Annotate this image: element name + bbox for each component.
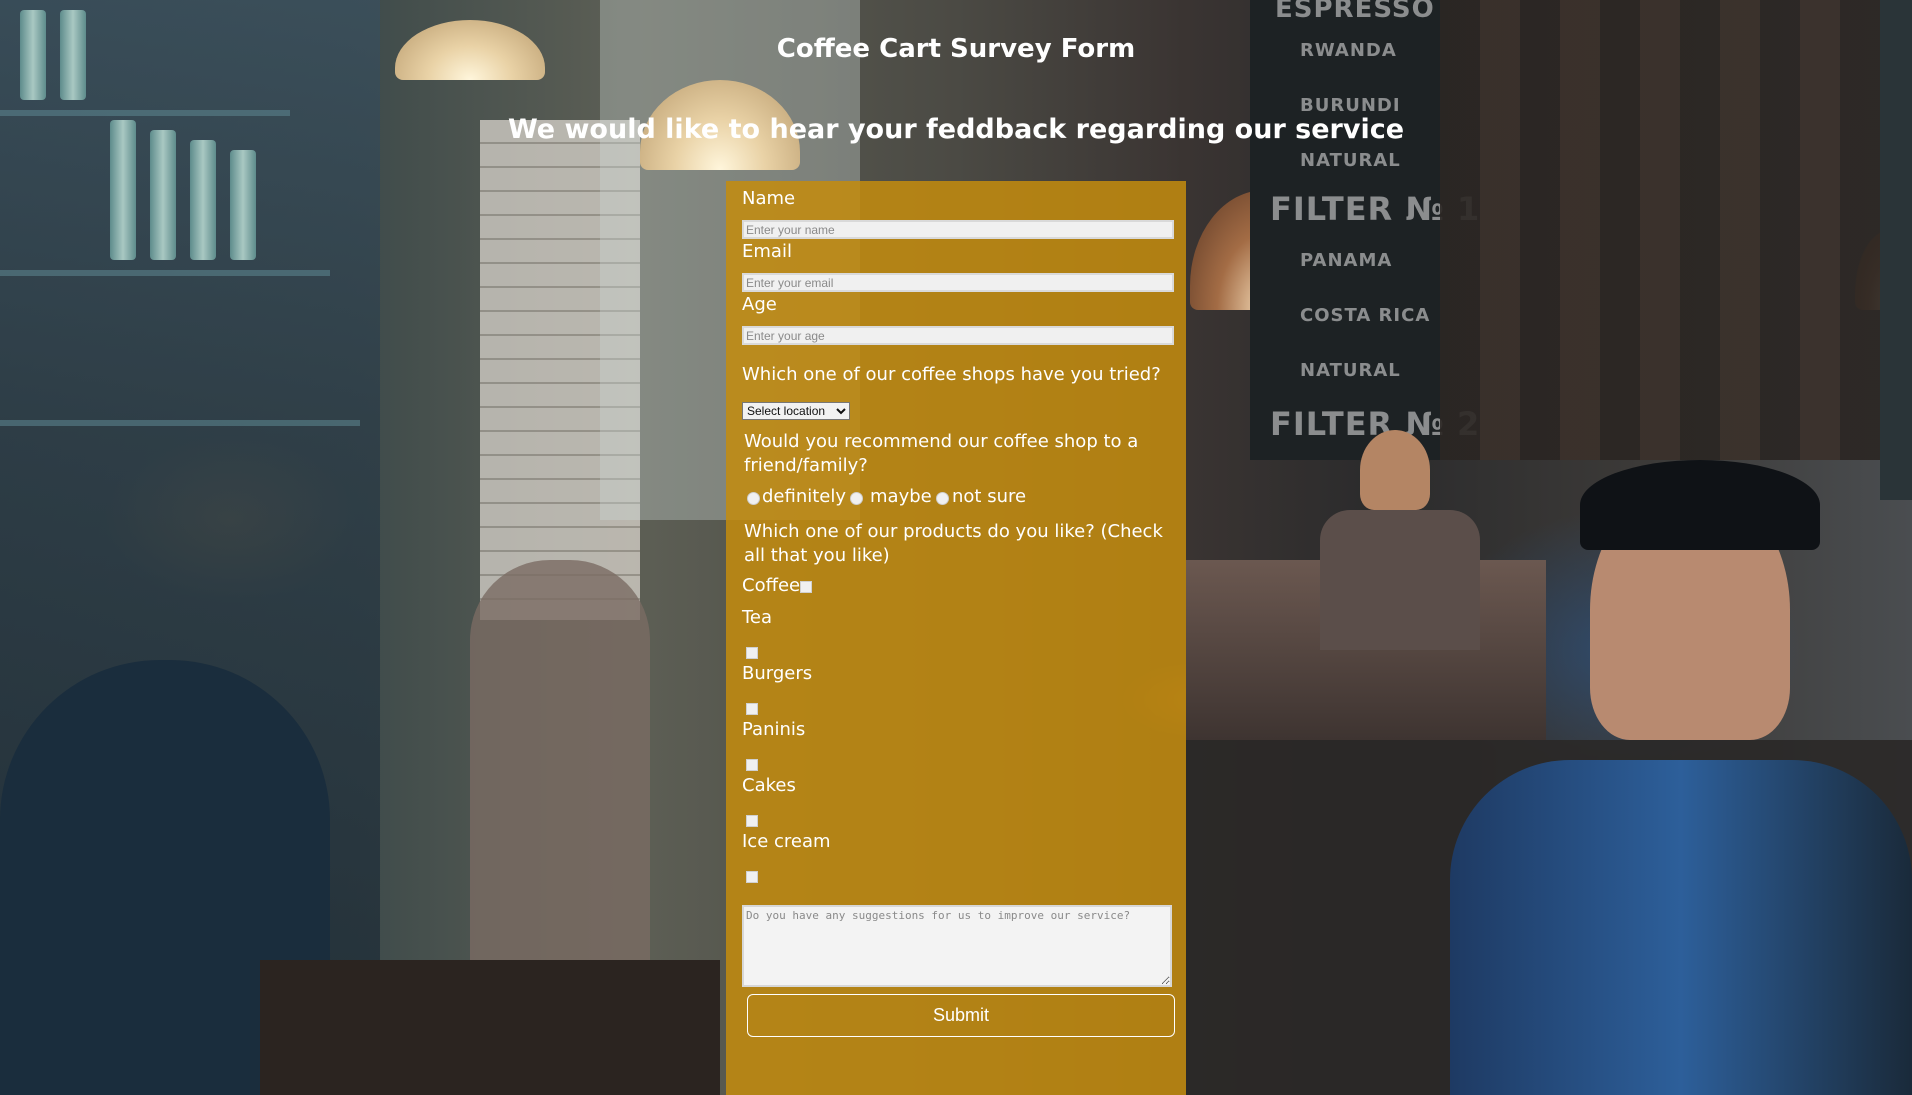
product-cakes-checkbox[interactable] [746, 815, 758, 827]
recommend-question: Would you recommend our coffee shop to a… [744, 431, 1139, 476]
product-tea-label: Tea [742, 607, 773, 628]
name-input[interactable] [742, 220, 1174, 239]
age-label: Age [742, 294, 777, 315]
survey-form: Name Email Age Which one of our coffee s… [726, 181, 1186, 1095]
radio-not-sure[interactable] [936, 492, 949, 505]
radio-definitely[interactable] [747, 492, 760, 505]
radio-definitely-label: definitely [762, 486, 847, 507]
product-burgers-checkbox[interactable] [746, 703, 758, 715]
product-burgers-label: Burgers [742, 663, 813, 684]
suggestions-textarea[interactable] [742, 905, 1172, 987]
name-label: Name [742, 188, 796, 209]
product-coffee-checkbox[interactable] [800, 581, 812, 593]
page-subtitle: We would like to hear your feddback rega… [507, 114, 1405, 145]
email-input[interactable] [742, 273, 1174, 292]
product-paninis-checkbox[interactable] [746, 759, 758, 771]
product-coffee-label: Coffee [742, 575, 801, 596]
page-title: Coffee Cart Survey Form [776, 34, 1136, 64]
product-ice-cream-label: Ice cream [742, 831, 831, 852]
email-label: Email [742, 241, 792, 262]
product-paninis-label: Paninis [742, 719, 806, 740]
age-input[interactable] [742, 326, 1174, 345]
location-select[interactable]: Select location [742, 402, 850, 420]
radio-maybe-label: maybe [870, 486, 932, 507]
product-ice-cream-checkbox[interactable] [746, 871, 758, 883]
radio-maybe[interactable] [850, 492, 863, 505]
location-question: Which one of our coffee shops have you t… [742, 364, 1161, 385]
products-question: Which one of our products do you like? (… [744, 521, 1163, 566]
radio-not-sure-label: not sure [952, 486, 1027, 507]
product-cakes-label: Cakes [742, 775, 796, 796]
submit-button[interactable]: Submit [747, 994, 1175, 1037]
product-tea-checkbox[interactable] [746, 647, 758, 659]
